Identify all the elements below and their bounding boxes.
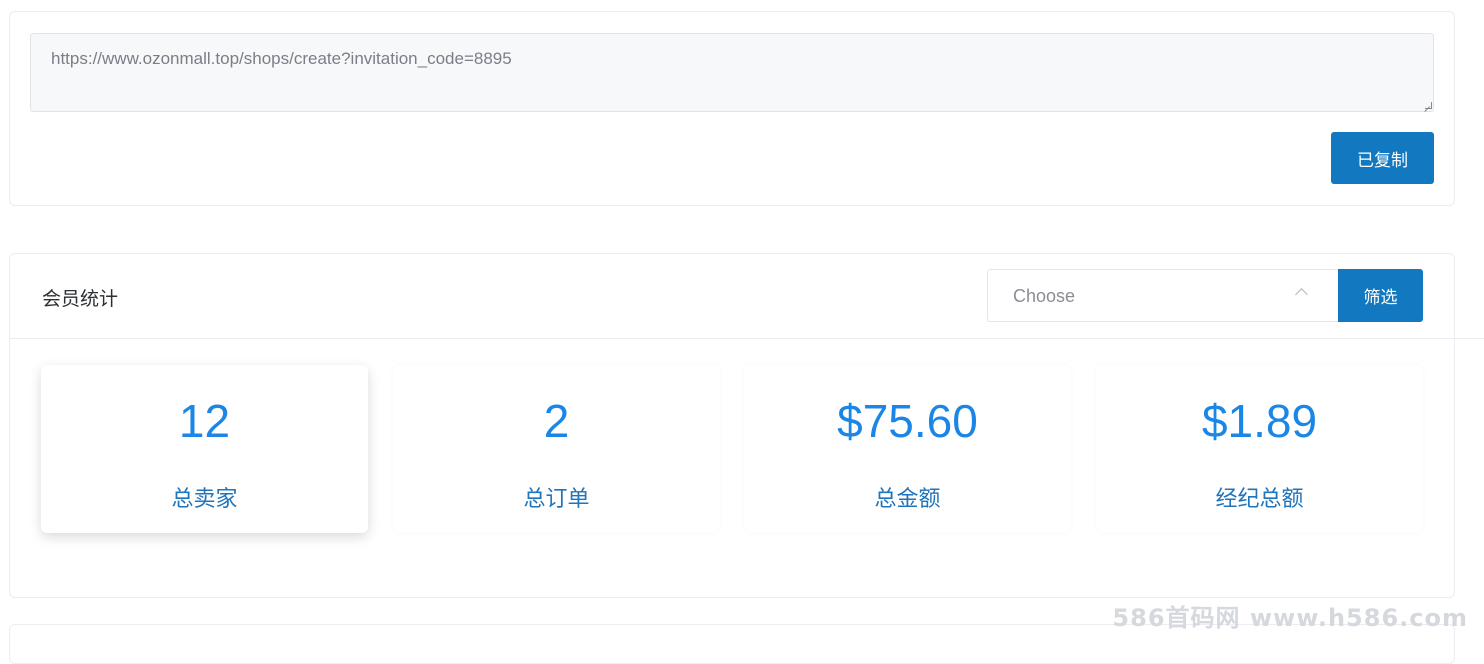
invite-link-card: https://www.ozonmall.top/shops/create?in… xyxy=(9,11,1455,206)
stats-title: 会员统计 xyxy=(42,289,119,310)
stat-value: $1.89 xyxy=(1201,395,1318,447)
stat-value: 2 xyxy=(543,395,570,447)
select-placeholder: Choose xyxy=(1013,286,1076,306)
filter-button[interactable]: 筛选 xyxy=(1338,269,1423,322)
member-stats-card: 会员统计 Choose 筛选 12 总卖家 2 总订单 $75.60 总金额 $… xyxy=(9,253,1484,598)
resize-handle-icon[interactable] xyxy=(1425,102,1432,109)
stat-label: 经纪总额 xyxy=(1215,486,1304,511)
stat-value: $75.60 xyxy=(837,395,978,447)
stat-total-sellers[interactable]: 12 总卖家 xyxy=(41,365,368,533)
watermark-text: 586首码网 www.h586.com xyxy=(1112,604,1468,632)
stat-total-amount[interactable]: $75.60 总金额 xyxy=(744,365,1071,533)
header-divider xyxy=(10,338,1484,339)
stat-total-orders[interactable]: 2 总订单 xyxy=(393,365,720,533)
chevron-up-icon xyxy=(1295,288,1308,301)
stat-label: 总卖家 xyxy=(171,486,238,511)
stat-label: 总订单 xyxy=(523,486,590,511)
invite-link-textarea[interactable]: https://www.ozonmall.top/shops/create?in… xyxy=(30,33,1434,112)
stat-value: 12 xyxy=(178,395,231,447)
copy-button[interactable]: 已复制 xyxy=(1331,132,1434,184)
stat-label: 总金额 xyxy=(874,486,941,511)
period-select[interactable]: Choose xyxy=(987,269,1339,322)
stat-brokerage-total[interactable]: $1.89 经纪总额 xyxy=(1096,365,1423,533)
